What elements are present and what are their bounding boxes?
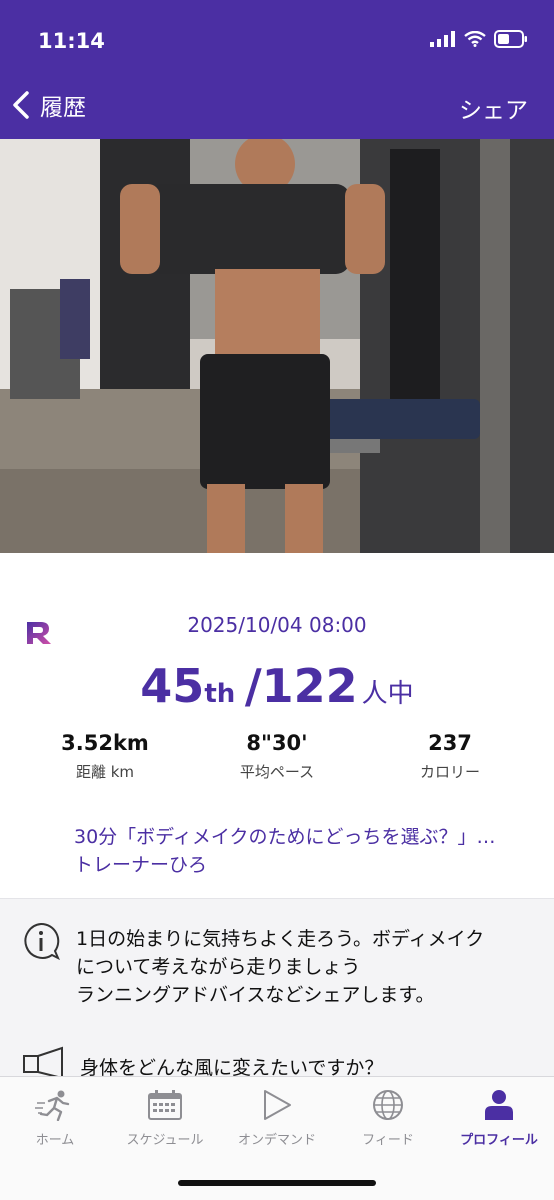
stat-label: 平均ペース	[239, 763, 315, 781]
calendar-icon	[148, 1090, 182, 1120]
divider	[0, 898, 554, 899]
stat-value: 3.52km	[61, 731, 149, 755]
rank-total: /122	[244, 659, 358, 713]
home-indicator	[178, 1180, 376, 1186]
status-icons	[430, 30, 528, 48]
rank-unit: 人中	[361, 679, 414, 709]
stat-value: 237	[428, 731, 472, 755]
page-title: 履歴	[40, 95, 86, 121]
description-text: 1日の始まりに気持ちよく走ろう。ボディメイク について考えながら走りましょう ラ…	[76, 925, 484, 1009]
tab-label: プロフィール	[460, 1133, 538, 1148]
stat-value: 8"30'	[246, 731, 308, 755]
share-button[interactable]: シェア	[459, 91, 528, 125]
description-line: ランニングアドバイスなどシェアします。	[76, 984, 435, 1006]
battery-icon	[494, 30, 527, 48]
rank-suffix: th	[204, 679, 236, 709]
workout-photo	[0, 139, 554, 553]
tab-label: スケジュール	[126, 1133, 204, 1148]
info-icon	[24, 922, 60, 960]
description-line: について考えながら走りましょう	[76, 956, 361, 978]
program-link[interactable]: 30分「ボディメイクのためにどっちを選ぶ？」… トレーナーひろ	[74, 823, 495, 879]
session-summary: 2025/10/04 08:00 45th /122 人中 3.52km 距離 k…	[0, 553, 554, 898]
tab-feed[interactable]: フィード	[333, 1089, 443, 1148]
chevron-left-icon	[13, 91, 29, 119]
stat-label: 距離 km	[75, 763, 135, 781]
stat-calories: 237 カロリー	[365, 731, 535, 782]
program-title: 30分「ボディメイクのためにどっちを選ぶ？」…	[74, 826, 496, 848]
stat-pace: 8"30' 平均ペース	[192, 731, 362, 782]
signal-icon	[430, 31, 455, 47]
runner-icon	[35, 1090, 70, 1121]
stat-label: カロリー	[419, 763, 480, 781]
tab-schedule[interactable]: スケジュール	[110, 1089, 220, 1148]
program-trainer: トレーナーひろ	[74, 854, 208, 876]
tab-on-demand[interactable]: オンデマンド	[222, 1089, 332, 1148]
rank-display: 45th /122 人中	[0, 659, 554, 713]
tab-profile[interactable]: プロフィール	[444, 1089, 554, 1148]
description-line: 1日の始まりに気持ちよく走ろう。ボディメイク	[76, 928, 485, 950]
tab-label: オンデマンド	[237, 1133, 316, 1148]
tab-home[interactable]: ホーム	[0, 1089, 110, 1148]
tab-label: ホーム	[35, 1133, 75, 1148]
status-time: 11:14	[38, 29, 105, 53]
app-header: 11:14 履歴 シェア	[0, 0, 554, 139]
globe-icon	[373, 1090, 403, 1120]
wifi-icon	[464, 31, 486, 47]
stat-distance: 3.52km 距離 km	[20, 731, 190, 782]
session-date: 2025/10/04 08:00	[187, 613, 367, 637]
rank-number: 45	[140, 659, 205, 713]
megaphone-icon	[23, 1046, 63, 1078]
play-icon	[264, 1090, 291, 1120]
tab-label: フィード	[362, 1133, 414, 1148]
back-button[interactable]: 履歴	[10, 88, 86, 122]
person-icon	[485, 1090, 513, 1120]
